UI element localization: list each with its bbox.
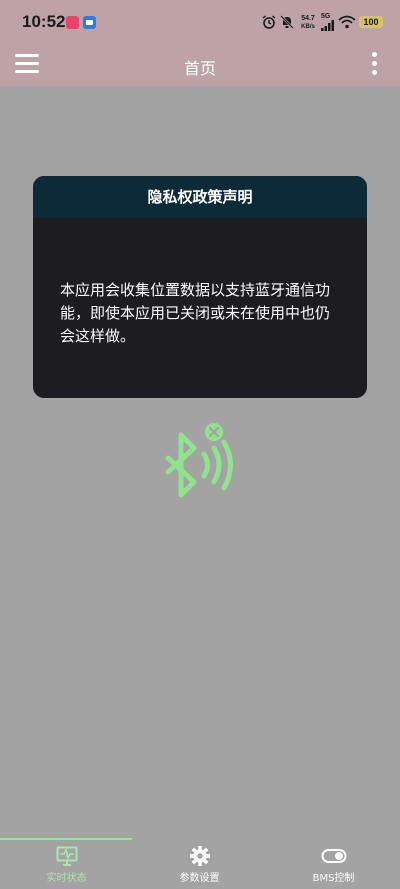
dialog-message: 本应用会收集位置数据以支持蓝牙通信功能，即使本应用已关闭或未在使用中也仍会这样做… xyxy=(60,281,331,345)
monitor-icon xyxy=(56,846,77,866)
tab-label: 实时状态 xyxy=(46,873,87,884)
tab-label: 参数设置 xyxy=(179,873,220,884)
net-speed-value: 54.7 xyxy=(301,15,315,22)
toggle-icon xyxy=(321,849,346,863)
bluetooth-disabled-icon[interactable] xyxy=(158,420,238,510)
tab-bms-control[interactable]: BMS控制 xyxy=(267,846,400,888)
tab-realtime-status[interactable]: 实时状态 xyxy=(0,846,133,888)
tab-label: BMS控制 xyxy=(312,873,355,884)
active-tab-indicator xyxy=(0,838,132,840)
alarm-icon xyxy=(262,15,276,29)
gear-icon xyxy=(189,846,210,866)
page-title: 首页 xyxy=(183,59,216,78)
wifi-icon xyxy=(338,15,356,29)
app-bar: 首页 xyxy=(0,46,400,86)
bottom-navigation: 实时状态 参数设置 BMS控制 xyxy=(0,838,400,889)
more-options-icon[interactable] xyxy=(372,52,378,78)
status-bar: 10:52 54.7 KB/s 5G 100 xyxy=(0,0,400,46)
status-time: 10:52 xyxy=(22,12,66,31)
tab-parameter-settings[interactable]: 参数设置 xyxy=(133,846,266,888)
net-speed: 54.7 KB/s xyxy=(298,15,318,31)
app-notification-icon xyxy=(83,16,96,29)
status-icons: 54.7 KB/s 5G 100 xyxy=(262,12,384,34)
battery-icon: 100 xyxy=(359,16,383,28)
mute-icon xyxy=(280,15,294,29)
net-speed-unit: KB/s xyxy=(301,24,315,30)
network-type: 5G xyxy=(321,13,331,20)
dialog-title: 隐私权政策声明 xyxy=(33,176,367,218)
privacy-policy-dialog: 隐私权政策声明 本应用会收集位置数据以支持蓝牙通信功能，即使本应用已关闭或未在使… xyxy=(33,176,367,398)
signal-icon xyxy=(321,20,334,31)
app-notification-icon xyxy=(66,16,79,29)
